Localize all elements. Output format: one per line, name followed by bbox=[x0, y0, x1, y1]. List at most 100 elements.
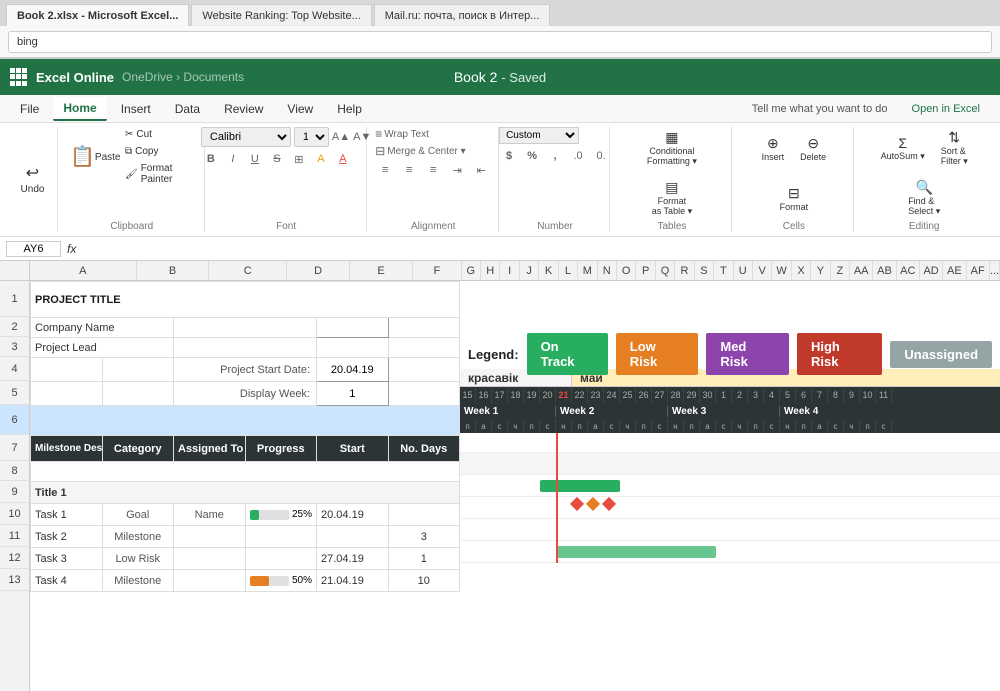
font-increase-button[interactable]: A▲ bbox=[332, 131, 350, 143]
col-header-m[interactable]: M bbox=[578, 261, 597, 280]
row-num-11[interactable]: 11 bbox=[0, 525, 29, 547]
increase-indent-button[interactable]: ⇥ bbox=[447, 161, 467, 179]
font-selector[interactable]: Calibri bbox=[201, 127, 291, 147]
row-num-7[interactable]: 7 bbox=[0, 435, 29, 461]
row-num-13[interactable]: 13 bbox=[0, 569, 29, 591]
tab-data[interactable]: Data bbox=[165, 98, 210, 120]
waffle-icon[interactable] bbox=[10, 68, 28, 86]
row-num-2[interactable]: 2 bbox=[0, 317, 29, 337]
col-header-s[interactable]: S bbox=[695, 261, 714, 280]
col-header-ab[interactable]: AB bbox=[873, 261, 896, 280]
col-header-w[interactable]: W bbox=[772, 261, 791, 280]
col-header-aa[interactable]: AA bbox=[850, 261, 873, 280]
tell-me[interactable]: Tell me what you want to do bbox=[742, 99, 898, 119]
task4-name[interactable]: Task 4 bbox=[31, 570, 103, 592]
col-header-y[interactable]: Y bbox=[811, 261, 830, 280]
col-header-l[interactable]: L bbox=[559, 261, 578, 280]
col-header-x[interactable]: X bbox=[792, 261, 811, 280]
col-header-u[interactable]: U bbox=[734, 261, 753, 280]
col-header-p[interactable]: P bbox=[636, 261, 655, 280]
tab-review[interactable]: Review bbox=[214, 98, 273, 120]
font-size-selector[interactable]: 10 bbox=[294, 127, 329, 147]
col-header-e[interactable]: E bbox=[350, 261, 413, 280]
tab-view[interactable]: View bbox=[277, 98, 323, 120]
italic-button[interactable]: I bbox=[223, 150, 243, 168]
legend-high-risk[interactable]: High Risk bbox=[797, 333, 882, 375]
col-header-n[interactable]: N bbox=[598, 261, 617, 280]
format-painter-button[interactable]: 🖌Format Painter bbox=[121, 161, 198, 187]
col-header-f[interactable]: F bbox=[413, 261, 462, 280]
tab-insert[interactable]: Insert bbox=[111, 98, 161, 120]
border-button[interactable]: ⊞ bbox=[289, 150, 309, 168]
format-as-table-button[interactable]: ▤ Formatas Table ▾ bbox=[648, 177, 696, 219]
address-input[interactable] bbox=[8, 31, 992, 53]
cell-reference-box[interactable] bbox=[6, 241, 61, 257]
row-num-9[interactable]: 9 bbox=[0, 481, 29, 503]
cut-button[interactable]: ✂Cut bbox=[121, 127, 198, 142]
row-num-12[interactable]: 12 bbox=[0, 547, 29, 569]
col-header-z[interactable]: Z bbox=[831, 261, 850, 280]
find-select-button[interactable]: 🔍 Find &Select ▾ bbox=[904, 177, 944, 219]
tab-help[interactable]: Help bbox=[327, 98, 372, 120]
legend-low-risk[interactable]: Low Risk bbox=[616, 333, 699, 375]
underline-button[interactable]: U bbox=[245, 150, 265, 168]
col-header-d[interactable]: D bbox=[287, 261, 350, 280]
open-in-excel[interactable]: Open in Excel bbox=[902, 99, 990, 119]
insert-button[interactable]: ⊕ Insert bbox=[758, 133, 789, 164]
strikethrough-button[interactable]: S bbox=[267, 150, 287, 168]
col-header-af[interactable]: AF bbox=[967, 261, 990, 280]
col-header-k[interactable]: K bbox=[539, 261, 558, 280]
legend-on-track[interactable]: On Track bbox=[527, 333, 608, 375]
tab-website[interactable]: Website Ranking: Top Website... bbox=[191, 4, 371, 26]
col-header-t[interactable]: T bbox=[714, 261, 733, 280]
col-header-ae[interactable]: AE bbox=[943, 261, 966, 280]
decimal-decrease-button[interactable]: 0. bbox=[591, 147, 611, 165]
task2-name[interactable]: Task 2 bbox=[31, 526, 103, 548]
col-header-b[interactable]: B bbox=[137, 261, 210, 280]
number-format-selector[interactable]: Custom bbox=[499, 127, 579, 144]
decimal-increase-button[interactable]: .0 bbox=[568, 147, 588, 165]
col-header-r[interactable]: R bbox=[675, 261, 694, 280]
decrease-indent-button[interactable]: ⇤ bbox=[471, 161, 491, 179]
tab-home[interactable]: Home bbox=[53, 97, 106, 121]
row-num-1[interactable]: 1 bbox=[0, 281, 29, 317]
font-color-button[interactable]: A bbox=[333, 150, 353, 168]
project-title-cell[interactable]: PROJECT TITLE bbox=[31, 282, 460, 318]
col-header-a[interactable]: A bbox=[30, 261, 137, 280]
col-header-c[interactable]: C bbox=[209, 261, 287, 280]
comma-button[interactable]: , bbox=[545, 147, 565, 165]
col-header-j[interactable]: J bbox=[520, 261, 539, 280]
align-center-button[interactable]: ≡ bbox=[399, 161, 419, 179]
legend-unassigned[interactable]: Unassigned bbox=[890, 341, 992, 368]
currency-button[interactable]: $ bbox=[499, 147, 519, 165]
row-num-8[interactable]: 8 bbox=[0, 461, 29, 481]
task1-name[interactable]: Task 1 bbox=[31, 504, 103, 526]
tab-excel[interactable]: Book 2.xlsx - Microsoft Excel... bbox=[6, 4, 189, 26]
row-num-10[interactable]: 10 bbox=[0, 503, 29, 525]
col-header-ad[interactable]: AD bbox=[920, 261, 943, 280]
align-right-button[interactable]: ≡ bbox=[423, 161, 443, 179]
tab-mail[interactable]: Mail.ru: почта, поиск в Интер... bbox=[374, 4, 551, 26]
col-header-ac[interactable]: AC bbox=[897, 261, 920, 280]
row-num-6[interactable]: 6 bbox=[0, 405, 29, 435]
legend-med-risk[interactable]: Med Risk bbox=[706, 333, 789, 375]
undo-button[interactable]: ↩ Undo bbox=[17, 162, 49, 196]
col-header-o[interactable]: O bbox=[617, 261, 636, 280]
display-week-input[interactable]: 1 bbox=[317, 382, 389, 406]
col-header-q[interactable]: Q bbox=[656, 261, 675, 280]
tab-file[interactable]: File bbox=[10, 98, 49, 120]
task3-name[interactable]: Task 3 bbox=[31, 548, 103, 570]
fill-color-button[interactable]: A bbox=[311, 150, 331, 168]
conditional-formatting-button[interactable]: ▦ ConditionalFormatting ▾ bbox=[643, 127, 701, 169]
row-num-5[interactable]: 5 bbox=[0, 381, 29, 405]
col-header-g[interactable]: G bbox=[462, 261, 481, 280]
start-date-input[interactable]: 20.04.19 bbox=[317, 358, 389, 382]
bold-button[interactable]: B bbox=[201, 150, 221, 168]
autosum-button[interactable]: Σ AutoSum ▾ bbox=[877, 133, 929, 164]
copy-button[interactable]: ⧉Copy bbox=[121, 144, 198, 159]
percent-button[interactable]: % bbox=[522, 147, 542, 165]
col-header-h[interactable]: H bbox=[481, 261, 500, 280]
row-num-3[interactable]: 3 bbox=[0, 337, 29, 357]
row-num-4[interactable]: 4 bbox=[0, 357, 29, 381]
col-header-v[interactable]: V bbox=[753, 261, 772, 280]
